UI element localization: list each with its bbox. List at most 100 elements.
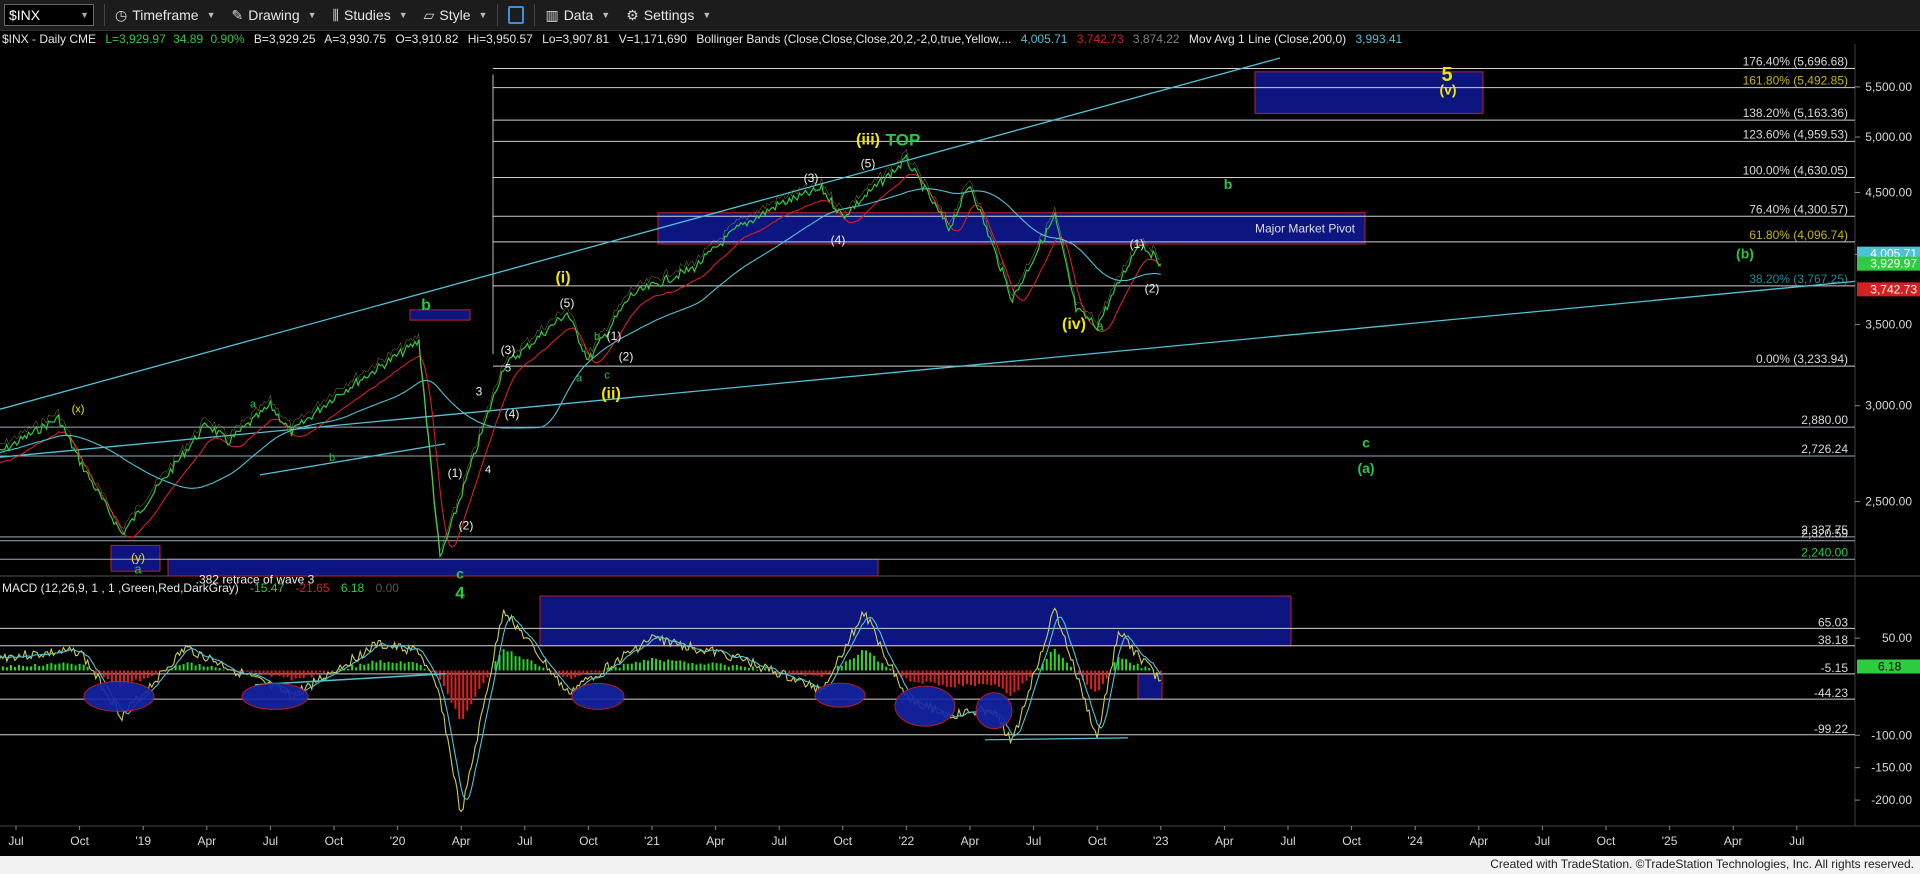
time-tick-label: Oct xyxy=(579,834,598,848)
fib-level-label: 138.20% (5,163.36) xyxy=(1743,106,1848,120)
time-tick-label: Apr xyxy=(1724,834,1743,848)
fib-level-label: 61.80% (4,096.74) xyxy=(1749,228,1848,242)
chart-symbol-title: $INX - Daily CME xyxy=(2,32,96,46)
wave-b-paren-label: (b) xyxy=(1736,245,1754,261)
time-tick-label: Jul xyxy=(8,834,23,848)
settings-button[interactable]: ⚙ Settings ▼ xyxy=(618,0,719,30)
open-value: O=3,910.82 xyxy=(395,32,458,46)
macd-level-label: 65.03 xyxy=(1818,615,1848,629)
wave-y-label: (y) xyxy=(131,551,145,565)
fib-level-label: 100.00% (4,630.05) xyxy=(1743,163,1848,177)
wave-5-small-label: (5) xyxy=(560,296,575,310)
wave-c-label: c xyxy=(456,565,464,581)
chevron-down-icon: ▼ xyxy=(478,10,488,20)
clock-icon: ◷ xyxy=(115,6,128,23)
fib-level-label: 76.40% (4,300.57) xyxy=(1749,202,1848,216)
fib-level-label: 123.60% (4,959.53) xyxy=(1743,127,1848,141)
time-tick-label: '19 xyxy=(135,834,151,848)
last-price: L=3,929.97 xyxy=(105,32,166,46)
divergence-ellipse xyxy=(975,692,1013,730)
wave-b-label: b xyxy=(1224,176,1233,192)
time-tick-label: '25 xyxy=(1662,834,1678,848)
data-button[interactable]: ▥ Data ▼ xyxy=(537,0,618,30)
macd-value-1: -15.47 xyxy=(250,581,284,595)
wave-iii-label: (iii) xyxy=(856,131,880,148)
gear-icon: ⚙ xyxy=(626,6,639,23)
price-badges: 4,005.713,929.973,742.73 xyxy=(1857,246,1920,297)
toolbar-divider xyxy=(104,4,105,26)
major-pivot-label: Major Market Pivot xyxy=(1255,222,1356,236)
ask-value: A=3,930.75 xyxy=(324,32,386,46)
macd-tick-label: -150.00 xyxy=(1871,761,1912,775)
macd-tick-label: 50.00 xyxy=(1882,631,1912,645)
time-tick-label: '20 xyxy=(390,834,406,848)
wave-1-small-label: (1) xyxy=(448,466,463,480)
wave-a-small-label: a xyxy=(576,373,583,385)
wave-3-small-label: 3 xyxy=(476,384,483,398)
lower-trendline xyxy=(0,280,1856,458)
time-tick-label: Oct xyxy=(1597,834,1616,848)
wave-4-label: 4 xyxy=(455,583,465,602)
bar-chart-icon: ▥ xyxy=(545,6,559,23)
wave-v-label: (v) xyxy=(1439,82,1456,98)
bollinger-lower: 3,742.73 xyxy=(1077,32,1124,46)
symbol-input[interactable]: $INX ▼ xyxy=(4,4,94,26)
wave-a-small-label: a xyxy=(250,398,257,410)
wave-4-small-label: (4) xyxy=(505,407,520,421)
macd-box xyxy=(539,595,1292,647)
divergence-ellipse xyxy=(894,685,956,727)
data-label: Data xyxy=(563,7,594,23)
drawing-button[interactable]: ✎ Drawing ▼ xyxy=(224,0,325,30)
style-label: Style xyxy=(439,7,471,23)
bollinger-mid: 3,874.22 xyxy=(1133,32,1180,46)
wave-c-small-label: c xyxy=(604,369,610,381)
change-percent: 0.90% xyxy=(210,32,244,46)
studies-button[interactable]: ⫼ Studies ▼ xyxy=(325,0,416,30)
wave-1-label: (1) xyxy=(1130,237,1145,251)
chart-area[interactable]: $INX - Daily CME L=3,929.97 34.89 0.90% … xyxy=(0,30,1920,856)
time-tick-label: Oct xyxy=(325,834,344,848)
macd-divergence-ellipses xyxy=(83,680,1013,730)
studies-icon: ⫼ xyxy=(332,6,339,23)
timeframe-button[interactable]: ◷ Timeframe ▼ xyxy=(107,0,224,30)
time-tick-label: Apr xyxy=(1215,834,1234,848)
wave-a-paren-label: (a) xyxy=(1357,460,1374,476)
fibonacci-levels: 176.40% (5,696.68) 161.80% (5,492.85) 138.… xyxy=(0,54,1855,560)
chevron-down-icon: ▼ xyxy=(307,10,317,20)
chevron-down-icon[interactable]: ▼ xyxy=(80,10,89,20)
wave-1-small-label: (1) xyxy=(607,329,622,343)
wave-2-small-label: (2) xyxy=(619,349,634,363)
bollinger-upper: 4,005.71 xyxy=(1021,32,1068,46)
time-tick-label: '23 xyxy=(1153,834,1169,848)
macd-value-3: 6.18 xyxy=(341,581,365,595)
price-series xyxy=(0,148,1162,559)
fib-level-label: 2,320.59 xyxy=(1801,527,1848,541)
fib-level-label: 0.00% (3,233.94) xyxy=(1756,352,1848,366)
macd-tick-label: -200.00 xyxy=(1871,793,1912,807)
wave-b-small-label: b xyxy=(329,452,335,464)
price-tick-label: 3,000.00 xyxy=(1865,399,1912,413)
divergence-ellipse xyxy=(83,680,155,712)
footer-copyright: Created with TradeStation. ©TradeStation… xyxy=(1490,857,1914,871)
moving-average-label: Mov Avg 1 Line (Close,200,0) xyxy=(1189,32,1346,46)
macd-label: MACD (12,26,9, 1 , 1 ,Green,Red,DarkGray… xyxy=(2,581,239,595)
time-tick-label: Jul xyxy=(1535,834,1550,848)
price-tick-label: 5,000.00 xyxy=(1865,130,1912,144)
wave-4-small-label: 4 xyxy=(485,464,491,476)
divergence-ellipse xyxy=(814,682,866,708)
wave-b-label: b xyxy=(421,297,431,314)
macd-header: MACD (12,26,9, 1 , 1 ,Green,Red,DarkGray… xyxy=(2,581,399,595)
chart-header: $INX - Daily CME L=3,929.97 34.89 0.90% … xyxy=(2,32,1403,46)
layout-button[interactable] xyxy=(500,0,532,30)
settings-label: Settings xyxy=(643,7,695,23)
layout-icon xyxy=(508,6,525,24)
time-tick-label: Jul xyxy=(772,834,787,848)
toolbar-divider xyxy=(534,4,536,26)
macd-annotation-boxes xyxy=(539,595,1292,700)
wave-2-small-label: (2) xyxy=(459,519,474,533)
bollinger-upper-line xyxy=(0,148,1161,552)
style-button[interactable]: ▱ Style ▼ xyxy=(416,0,496,30)
low-value: Lo=3,907.81 xyxy=(542,32,609,46)
macd-tick-label: -100.00 xyxy=(1871,728,1912,742)
macd-axis: 50.00 -100.00 -150.00 -200.00 6.18 xyxy=(1855,631,1920,807)
